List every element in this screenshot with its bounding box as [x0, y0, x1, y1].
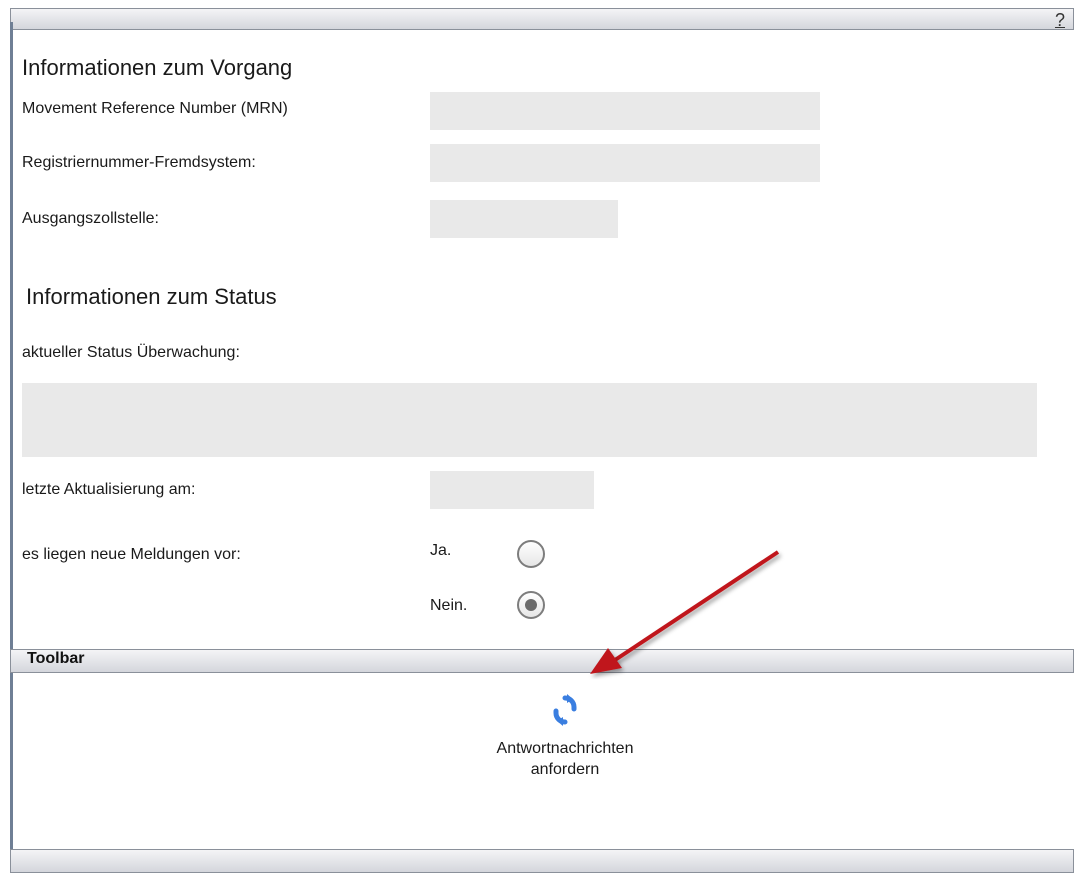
- option-nein-label: Nein.: [430, 597, 468, 614]
- toolbar-title: Toolbar: [27, 650, 85, 667]
- top-header-bar: ?: [10, 8, 1074, 30]
- ausgangszollstelle-field: [430, 200, 618, 238]
- request-responses-button[interactable]: Antwortnachrichten anfordern: [450, 690, 680, 780]
- bottom-bar: [10, 849, 1074, 873]
- option-ja-label: Ja.: [430, 542, 452, 559]
- status-current-label: aktueller Status Überwachung:: [22, 344, 240, 361]
- last-update-field: [430, 471, 594, 509]
- help-link[interactable]: ?: [1055, 10, 1065, 31]
- request-responses-label: Antwortnachrichten anfordern: [450, 738, 680, 780]
- radio-nein[interactable]: [517, 591, 545, 619]
- ausgangszollstelle-label: Ausgangszollstelle:: [22, 210, 159, 227]
- status-current-field: [22, 383, 1037, 457]
- last-update-label: letzte Aktualisierung am:: [22, 481, 196, 498]
- section-heading-vorgang: Informationen zum Vorgang: [22, 55, 293, 80]
- request-responses-label-line2: anfordern: [530, 761, 600, 778]
- refresh-link-icon: [553, 694, 577, 726]
- mrn-label: Movement Reference Number (MRN): [22, 100, 288, 117]
- radio-ja[interactable]: [517, 540, 545, 568]
- registriernummer-label: Registriernummer-Fremdsystem:: [22, 154, 256, 171]
- mrn-field: [430, 92, 820, 130]
- section-heading-status: Informationen zum Status: [26, 284, 277, 309]
- annotation-arrow-icon: [590, 550, 780, 674]
- radio-selected-dot: [525, 599, 537, 611]
- request-responses-label-line1: Antwortnachrichten: [496, 740, 634, 757]
- registriernummer-field: [430, 144, 820, 182]
- panel-left-border: [10, 22, 13, 872]
- new-messages-label: es liegen neue Meldungen vor:: [22, 546, 241, 563]
- toolbar-header-bar: Toolbar: [10, 649, 1074, 673]
